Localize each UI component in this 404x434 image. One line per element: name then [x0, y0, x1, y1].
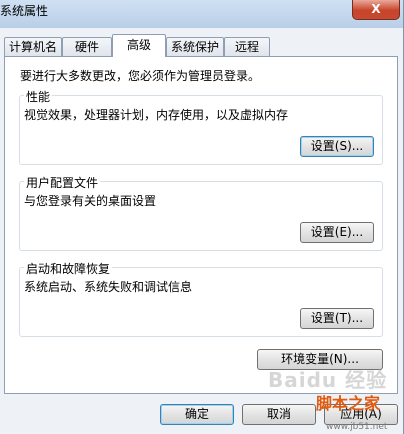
performance-legend: 性能 [24, 88, 53, 105]
startup-recovery-group: 启动和故障恢复 系统启动、系统失败和调试信息 设置(T)... [19, 260, 383, 337]
jb51-url-watermark: www.jb51.net [326, 422, 388, 432]
advanced-tab-panel: 要进行大多数更改，您必须作为管理员登录。 性能 视觉效果，处理器计划，内存使用，… [4, 56, 398, 394]
system-properties-window: 系统属性 X 计算机名 硬件 高级 系统保护 远程 要进行大多数更改，您必须作为… [0, 0, 404, 434]
tab-system-protection[interactable]: 系统保护 [166, 37, 224, 56]
cancel-button[interactable]: 取消 [242, 404, 316, 425]
startup-recovery-description: 系统启动、系统失败和调试信息 [24, 280, 193, 294]
title-bar[interactable]: 系统属性 X [0, 0, 404, 28]
performance-settings-button[interactable]: 设置(S)... [300, 136, 374, 157]
tab-hardware[interactable]: 硬件 [62, 37, 112, 56]
ok-button[interactable]: 确定 [160, 404, 234, 425]
window-title: 系统属性 [0, 4, 49, 18]
user-profiles-legend: 用户配置文件 [24, 174, 101, 191]
performance-description: 视觉效果，处理器计划，内存使用，以及虚拟内存 [24, 108, 289, 122]
baidu-watermark: Baidu 经验 [268, 368, 388, 392]
tab-advanced[interactable]: 高级 [112, 34, 166, 57]
tab-computer-name[interactable]: 计算机名 [4, 37, 62, 56]
user-profiles-settings-button[interactable]: 设置(E)... [300, 222, 374, 243]
admin-note: 要进行大多数更改，您必须作为管理员登录。 [20, 69, 261, 83]
user-profiles-description: 与您登录有关的桌面设置 [24, 194, 157, 208]
user-profiles-group: 用户配置文件 与您登录有关的桌面设置 设置(E)... [19, 174, 383, 251]
close-button[interactable]: X [352, 0, 400, 20]
performance-group: 性能 视觉效果，处理器计划，内存使用，以及虚拟内存 设置(S)... [19, 88, 383, 165]
jb51-watermark: 脚本之家 [316, 394, 381, 413]
close-icon: X [371, 2, 381, 16]
startup-recovery-settings-button[interactable]: 设置(T)... [300, 308, 374, 329]
startup-recovery-legend: 启动和故障恢复 [24, 260, 113, 277]
tab-remote[interactable]: 远程 [224, 37, 270, 56]
